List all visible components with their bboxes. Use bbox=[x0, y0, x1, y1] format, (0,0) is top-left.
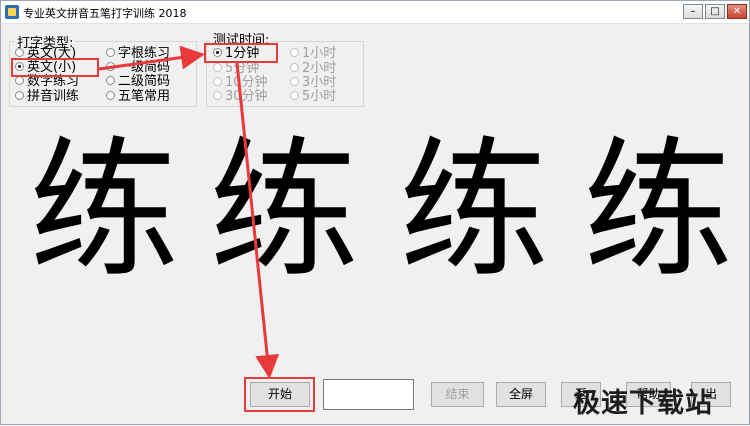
app-window: 专业英文拼音五笔打字训练 2018 – □ ✕ 打字类型: 英文(大) 英文(小… bbox=[0, 0, 750, 425]
radio-wubi-common[interactable]: 五笔常用 bbox=[106, 90, 170, 104]
radio-indicator bbox=[290, 48, 299, 57]
practice-characters: 练 练 练 练 bbox=[1, 131, 750, 291]
radio-pinyin-training[interactable]: 拼音训练 bbox=[15, 90, 79, 104]
radio-indicator bbox=[106, 76, 115, 85]
radio-radical-practice[interactable]: 字根练习 bbox=[106, 47, 170, 61]
radio-label: 10分钟 bbox=[225, 75, 268, 90]
practice-char: 练 bbox=[29, 124, 180, 298]
radio-label: 一级简码 bbox=[118, 60, 171, 75]
radio-label: 3小时 bbox=[302, 75, 337, 90]
radio-label: 字根练习 bbox=[118, 46, 171, 61]
radio-indicator bbox=[213, 63, 222, 72]
radio-5-hours[interactable]: 5小时 bbox=[290, 90, 336, 104]
practice-char: 练 bbox=[583, 124, 734, 298]
radio-indicator bbox=[290, 77, 299, 86]
radio-indicator bbox=[106, 91, 115, 100]
close-button[interactable]: ✕ bbox=[727, 4, 747, 19]
radio-indicator bbox=[15, 48, 24, 57]
highlight-1-minute bbox=[204, 43, 278, 63]
radio-indicator bbox=[290, 91, 299, 100]
window-title: 专业英文拼音五笔打字训练 2018 bbox=[23, 7, 187, 20]
maximize-icon: □ bbox=[710, 6, 720, 17]
radio-level2-code[interactable]: 二级简码 bbox=[106, 75, 170, 89]
maximize-button[interactable]: □ bbox=[705, 4, 725, 19]
radio-level1-code[interactable]: 一级简码 bbox=[106, 61, 170, 75]
radio-1-hour[interactable]: 1小时 bbox=[290, 47, 336, 61]
radio-30-minutes[interactable]: 30分钟 bbox=[213, 90, 268, 104]
title-bar: 专业英文拼音五笔打字训练 2018 – □ ✕ bbox=[1, 1, 749, 24]
radio-indicator bbox=[15, 91, 24, 100]
radio-label: 拼音训练 bbox=[27, 89, 80, 104]
radio-label: 2小时 bbox=[302, 61, 337, 76]
practice-char: 练 bbox=[209, 124, 360, 298]
radio-label: 五笔常用 bbox=[118, 89, 171, 104]
radio-label: 1小时 bbox=[302, 46, 337, 61]
practice-char: 练 bbox=[399, 124, 550, 298]
radio-label: 二级简码 bbox=[118, 74, 171, 89]
fullscreen-button[interactable]: 全屏 bbox=[496, 382, 546, 407]
typing-input[interactable] bbox=[323, 379, 414, 410]
radio-indicator bbox=[106, 48, 115, 57]
radio-indicator bbox=[213, 91, 222, 100]
end-button[interactable]: 结束 bbox=[431, 382, 484, 407]
radio-label: 5分钟 bbox=[225, 61, 260, 76]
watermark: 极速下载站 bbox=[573, 388, 713, 419]
radio-indicator bbox=[213, 77, 222, 86]
radio-indicator bbox=[106, 62, 115, 71]
radio-5-minutes[interactable]: 5分钟 bbox=[213, 62, 259, 76]
radio-10-minutes[interactable]: 10分钟 bbox=[213, 76, 268, 90]
radio-2-hours[interactable]: 2小时 bbox=[290, 62, 336, 76]
radio-label: 30分钟 bbox=[225, 89, 268, 104]
minimize-button[interactable]: – bbox=[683, 4, 703, 19]
minimize-icon: – bbox=[690, 6, 696, 17]
radio-3-hours[interactable]: 3小时 bbox=[290, 76, 336, 90]
highlight-english-lower bbox=[11, 58, 99, 77]
radio-number-practice[interactable]: 数字练习 bbox=[15, 75, 79, 89]
radio-indicator bbox=[15, 76, 24, 85]
close-icon: ✕ bbox=[732, 6, 742, 17]
radio-indicator bbox=[290, 63, 299, 72]
app-icon bbox=[5, 5, 19, 19]
radio-label: 5小时 bbox=[302, 89, 337, 104]
highlight-start-button bbox=[244, 377, 315, 412]
